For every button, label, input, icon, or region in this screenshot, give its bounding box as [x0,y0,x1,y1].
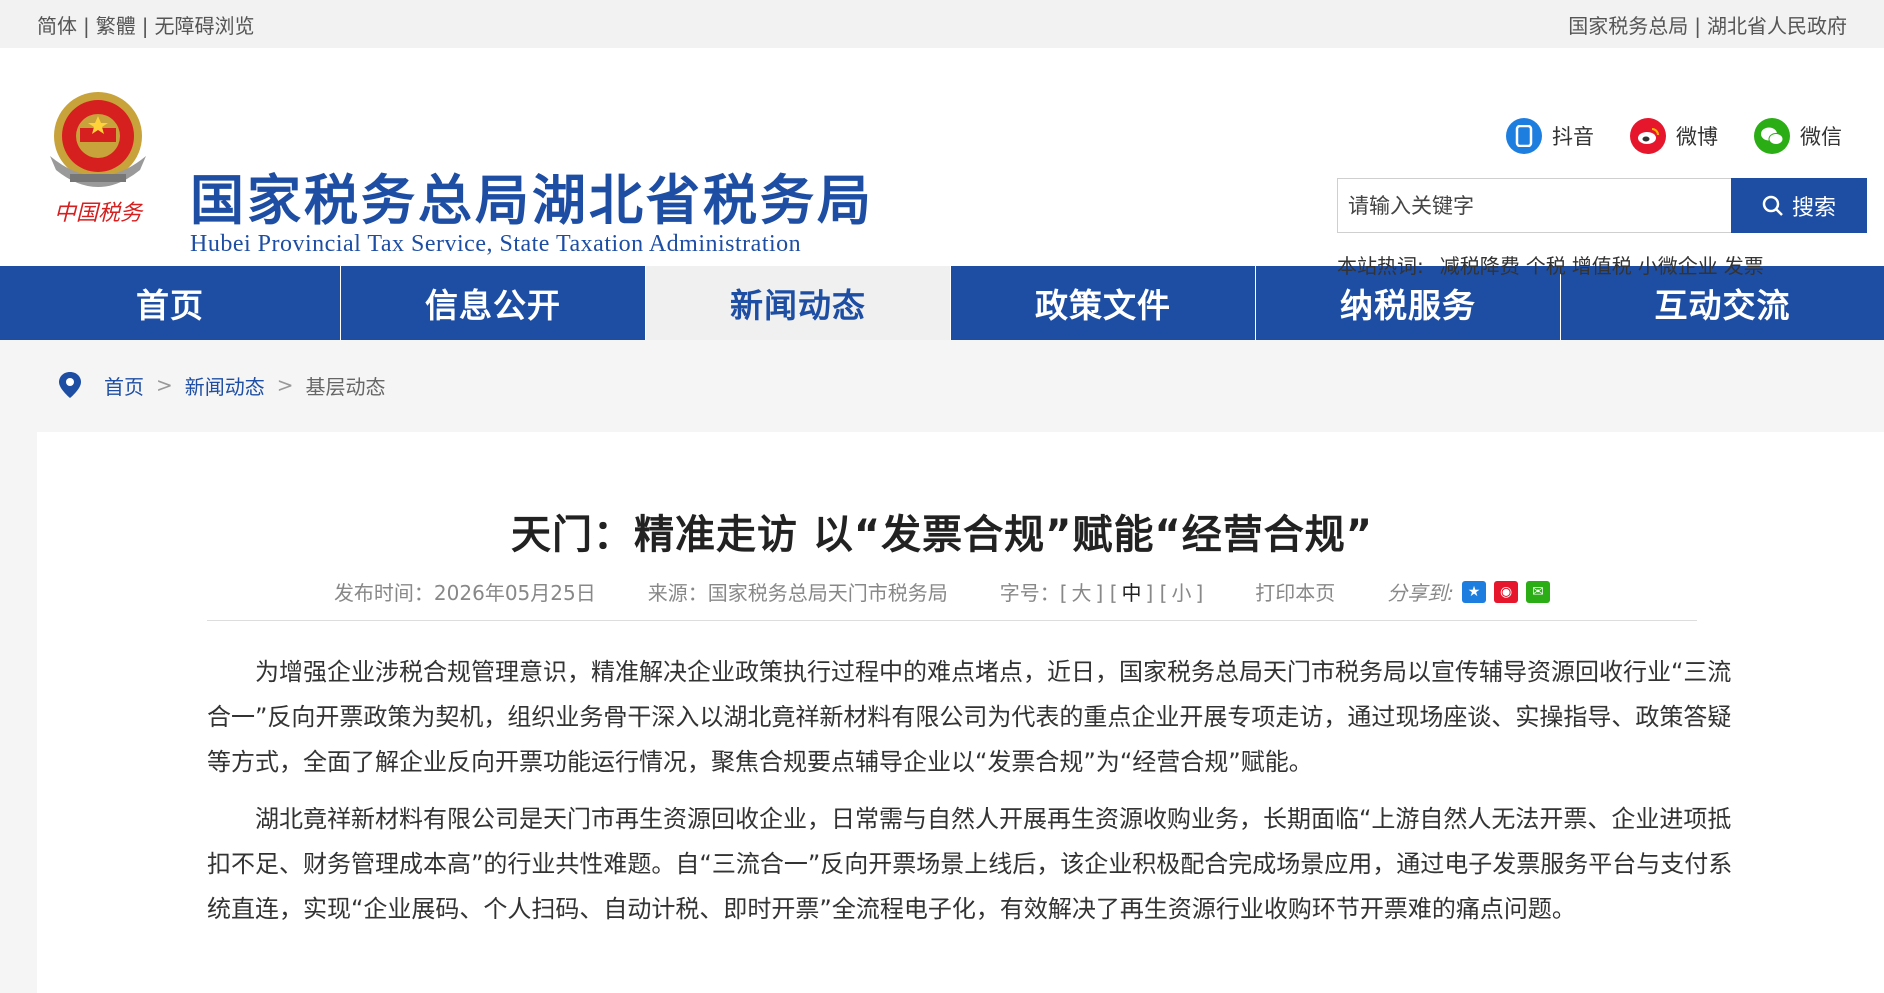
search-button[interactable]: 搜索 [1731,178,1867,233]
douyin-icon [1506,118,1542,154]
traditional-chinese-link[interactable]: 繁體 [96,14,136,38]
font-size-large[interactable]: 大 [1072,581,1092,605]
share-bar: 分享到: ★ ◉ ✉ [1387,577,1551,606]
breadcrumb-current: 基层动态 [305,374,386,399]
hot-word[interactable]: 小微企业 [1638,250,1718,279]
tax-emblem-logo[interactable]: 中国税务 [40,86,156,228]
nav-item-policy[interactable]: 政策文件 [951,266,1256,340]
article-panel: 天门：精准走访 以“发票合规”赋能“经营合规” 发布时间：2026年05月25日… [37,432,1884,993]
nav-item-news[interactable]: 新闻动态 [646,266,951,340]
article-paragraph: 湖北竟祥新材料有限公司是天门市再生资源回收企业，日常需与自然人开展再生资源收购业… [207,805,1733,923]
font-size-medium[interactable]: 中 [1122,581,1142,605]
publish-date: 发布时间：2026年05月25日 [333,581,596,605]
search-box: 搜索 [1337,178,1867,233]
search-icon [1762,195,1783,216]
hot-words-label: 本站热词: [1337,254,1424,278]
sta-link[interactable]: 国家税务总局 [1568,14,1688,38]
top-bar: 简体 | 繁體 | 无障碍浏览 国家税务总局 | 湖北省人民政府 [0,0,1884,48]
search-button-label: 搜索 [1791,195,1836,221]
site-subtitle: Hubei Provincial Tax Service, State Taxa… [190,231,802,257]
font-size-control: 字号：[大] [中] [小] [999,581,1204,605]
top-bar-right: 国家税务总局 | 湖北省人民政府 [1568,13,1847,38]
emblem-text: 中国税务 [54,201,144,226]
breadcrumb-news[interactable]: 新闻动态 [185,371,265,400]
print-button[interactable]: 打印本页 [1255,577,1335,606]
nav-item-home[interactable]: 首页 [0,266,341,340]
article-paragraph: 为增强企业涉税合规管理意识，精准解决企业政策执行过程中的难点堵点，近日，国家税务… [207,658,1732,776]
wechat-link[interactable]: 微信 [1754,118,1842,154]
hot-words: 本站热词: 减税降费 个税 增值税 小微企业 发票 [1337,250,1764,279]
top-bar-left: 简体 | 繁體 | 无障碍浏览 [37,13,255,38]
search-input[interactable] [1337,178,1731,233]
breadcrumb-home[interactable]: 首页 [104,371,144,400]
weibo-icon [1630,118,1666,154]
hot-word[interactable]: 减税降费 [1440,250,1520,279]
share-qzone-icon[interactable]: ★ [1462,580,1487,603]
article-meta: 发布时间：2026年05月25日 来源：国家税务总局天门市税务局 字号：[大] … [37,577,1847,606]
breadcrumb: 首页 > 新闻动态 > 基层动态 [0,340,1884,430]
font-size-label: 字号： [999,581,1060,605]
simplified-chinese-link[interactable]: 简体 [37,14,77,38]
site-title: 国家税务总局湖北省税务局 [190,169,874,232]
douyin-label: 抖音 [1552,125,1594,149]
nav-item-info-disclosure[interactable]: 信息公开 [341,266,646,340]
share-wechat-icon[interactable]: ✉ [1526,580,1551,603]
font-size-small[interactable]: 小 [1171,581,1191,605]
site-header: 中国税务 国家税务总局湖北省税务局 Hubei Provincial Tax S… [0,48,1884,278]
hot-word[interactable]: 发票 [1724,250,1764,279]
hot-word[interactable]: 增值税 [1572,250,1632,279]
wechat-label: 微信 [1800,125,1842,149]
article-title: 天门：精准走访 以“发票合规”赋能“经营合规” [510,512,1374,558]
accessibility-link[interactable]: 无障碍浏览 [155,14,255,38]
weibo-link[interactable]: 微博 [1630,118,1718,154]
hot-word[interactable]: 个税 [1526,250,1566,279]
breadcrumb-separator: > [156,373,173,397]
douyin-link[interactable]: 抖音 [1506,118,1594,154]
article-body: 为增强企业涉税合规管理意识，精准解决企业政策执行过程中的难点堵点，近日，国家税务… [207,650,1737,944]
location-pin-icon [59,372,81,398]
weibo-label: 微博 [1676,125,1718,149]
breadcrumb-separator: > [276,373,294,397]
share-weibo-icon[interactable]: ◉ [1494,580,1519,603]
social-links: 抖音 微博 微信 [1506,118,1842,154]
article-source: 来源：国家税务总局天门市税务局 [647,581,948,605]
wechat-icon [1754,118,1790,154]
hubei-gov-link[interactable]: 湖北省人民政府 [1707,14,1847,38]
title-divider [207,620,1697,621]
share-label: 分享到: [1387,581,1455,605]
